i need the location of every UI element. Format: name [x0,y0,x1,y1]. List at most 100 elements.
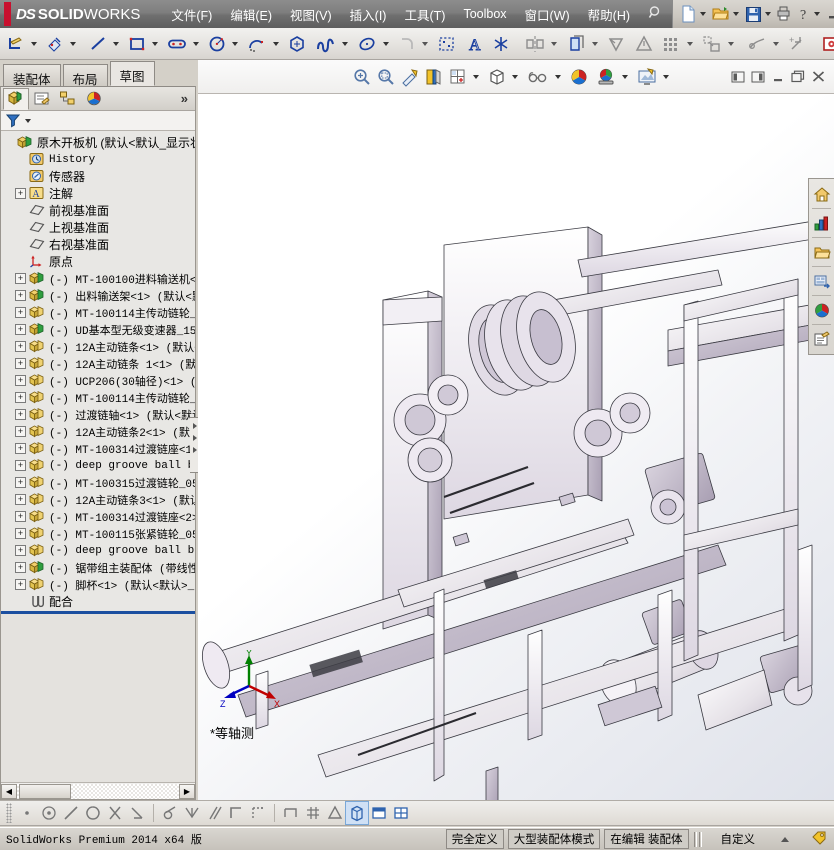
minimize-document-button[interactable] [768,68,788,86]
slot-icon[interactable] [164,30,190,58]
arc-snap-icon[interactable] [82,802,104,824]
minimize-button[interactable] [823,1,834,27]
length-icon[interactable] [280,802,302,824]
chevron-down-icon[interactable] [31,41,37,46]
tree-item[interactable]: 传感器 [1,168,195,185]
expand-toggle-icon[interactable]: + [15,477,26,488]
folder-icon[interactable] [811,240,833,264]
intersection-icon[interactable] [104,802,126,824]
chevron-down-icon[interactable] [473,74,479,79]
expand-toggle-icon[interactable]: + [15,511,26,522]
smart-dimension-icon[interactable] [43,30,67,58]
chevron-down-icon[interactable] [383,41,389,46]
rapid-sketch-icon[interactable] [819,30,834,58]
tree-item[interactable]: + A 注解 [1,185,195,202]
tile-right-icon[interactable] [748,68,768,86]
two-view-horizontal-icon[interactable] [368,802,390,824]
tree-item[interactable]: 原木开板机 (默认<默认_显示状 [1,134,195,151]
center-point-icon[interactable] [38,802,60,824]
tree-horizontal-scrollbar[interactable]: ◀ ▶ [1,782,195,799]
chevron-down-icon[interactable] [551,41,557,46]
tangent-icon[interactable] [159,802,181,824]
tree-item[interactable]: + (-) MT-100314过渡链座<2> [1,508,195,525]
appearance-sphere-icon[interactable] [567,63,591,91]
expand-toggle-icon[interactable]: + [15,392,26,403]
tree-item[interactable]: + (-) 12A主动链条<1> (默认< [1,338,195,355]
scroll-thumb[interactable] [19,783,71,799]
tree-item[interactable]: 配合 [1,593,195,610]
tree-item[interactable]: + (-) 锯带组主装配体 (带线性 [1,559,195,576]
chevron-down-icon[interactable] [728,41,734,46]
tree-item[interactable]: + (-) MT-100115张紧链轮_05B [1,525,195,542]
spline-icon[interactable] [313,30,339,58]
chevron-down-icon[interactable] [814,12,821,16]
tab-assembly[interactable]: 装配体 [3,64,61,87]
point-icon[interactable] [16,802,38,824]
appearance-sphere-icon[interactable] [811,298,833,322]
help-button[interactable]: ? [794,1,823,27]
expand-toggle-icon[interactable]: + [15,579,26,590]
tree-filter-bar[interactable] [1,111,195,131]
chevron-down-icon[interactable] [765,12,772,16]
panel-overflow-button[interactable]: » [181,91,195,106]
graphics-viewport[interactable]: Y X Z *等轴测 [198,60,834,800]
status-custom-label[interactable]: 自定义 [703,831,782,847]
section-view-icon[interactable] [422,63,446,91]
expand-toggle-icon[interactable]: + [15,375,26,386]
expand-toggle-icon[interactable]: + [15,324,26,335]
trim-icon[interactable] [434,30,460,58]
polygon-icon[interactable] [285,30,309,58]
chevron-down-icon[interactable] [512,74,518,79]
tree-item[interactable]: + (-) MT-100114主传动链轮_05 [1,389,195,406]
sketch-text-icon[interactable]: A [464,30,488,58]
four-view-icon[interactable] [390,802,412,824]
single-view-icon[interactable] [345,801,369,825]
tree-item[interactable]: + (-) MT-100100进料输送机<1 [1,270,195,287]
tree-item[interactable]: + (-) 12A主动链条2<1> (默认< [1,423,195,440]
home-icon[interactable] [811,182,833,206]
expand-toggle-icon[interactable]: + [15,290,26,301]
menu-tools[interactable]: 工具(T) [395,2,454,27]
tree-item[interactable]: + (-) 出料输送架<1> (默认<默 [1,287,195,304]
scroll-right-arrow-icon[interactable]: ▶ [179,783,195,799]
tree-item[interactable]: + (-) 12A主动链条 1<1> (默认 [1,355,195,372]
mirror-icon[interactable] [522,30,548,58]
tab-sketch[interactable]: 草图 [109,61,155,86]
line-icon[interactable] [86,30,110,58]
grid-points-icon[interactable] [247,802,269,824]
nearest-icon[interactable] [126,802,148,824]
tree-item[interactable]: + (-) deep groove ball bear [1,457,195,474]
chevron-down-icon[interactable] [700,12,707,16]
view-palette-icon[interactable] [811,269,833,293]
menu-view[interactable]: 视图(V) [281,2,341,27]
zoom-fit-icon[interactable] [350,63,374,91]
sketch-pencil-icon[interactable] [4,30,28,58]
expand-toggle-icon[interactable]: + [15,443,26,454]
chevron-down-icon[interactable] [273,41,279,46]
quick-snap-icon[interactable]: + [785,30,809,58]
chevron-down-icon[interactable] [592,41,598,46]
status-large-assembly-mode[interactable]: 大型装配体模式 [507,829,601,849]
tab-layout[interactable]: 布局 [62,64,108,87]
tree-item[interactable]: + (-) MT-100114主传动链轮_05 [1,304,195,321]
tree-item[interactable]: + (-) UD基本型无级变速器_15_ [1,321,195,338]
tree-item[interactable]: + (-) 脚杯<1> (默认<默认>_! [1,576,195,593]
feature-manager-tab[interactable] [3,87,29,110]
menu-help[interactable]: 帮助(H) [579,2,639,27]
relations-icon[interactable] [632,30,656,58]
configuration-manager-tab[interactable] [55,88,81,110]
scroll-track[interactable] [17,783,179,799]
rectangle-icon[interactable] [125,30,149,58]
scroll-left-arrow-icon[interactable]: ◀ [1,783,17,799]
view-settings-icon[interactable] [634,63,660,91]
toolbar-grip[interactable] [6,803,12,823]
expand-toggle-icon[interactable]: + [15,273,26,284]
expand-toggle-icon[interactable]: + [15,460,26,471]
previous-view-icon[interactable] [398,63,422,91]
tree-item[interactable]: + (-) UCP206(30轴径)<1> (默 [1,372,195,389]
tree-item[interactable]: History [1,151,195,168]
restore-document-button[interactable] [788,68,808,86]
arc-icon[interactable] [244,30,270,58]
property-manager-tab[interactable] [29,88,55,110]
custom-properties-icon[interactable] [811,327,833,351]
